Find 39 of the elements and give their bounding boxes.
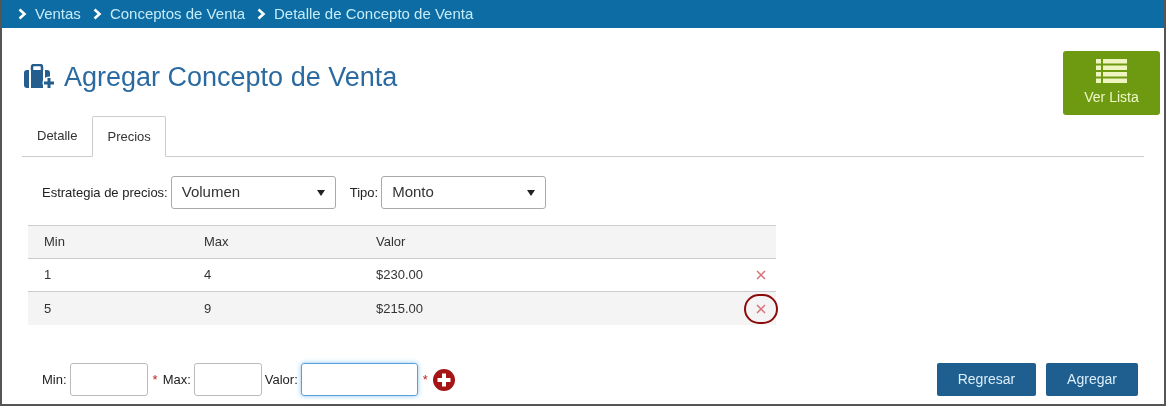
- table-cell-text: 4: [203, 266, 213, 285]
- breadcrumb-link[interactable]: Detalle de Concepto de Venta: [274, 2, 474, 26]
- chevron-icon: [92, 8, 102, 20]
- page-title: Agregar Concepto de Venta: [64, 61, 398, 94]
- field-label: Min:: [42, 370, 67, 389]
- input-field[interactable]: [300, 363, 418, 396]
- required-asterisk: *: [152, 370, 158, 389]
- column-header: Max: [203, 233, 230, 252]
- action-button[interactable]: Agregar: [1046, 363, 1138, 396]
- column-header: Valor: [375, 233, 406, 252]
- breadcrumb-link[interactable]: Ventas: [35, 2, 81, 26]
- chevron-icon: [18, 8, 27, 20]
- table-cell-text: 5: [43, 299, 53, 318]
- view-list-button[interactable]: Ver Lista: [1063, 51, 1160, 115]
- required-asterisk: *: [422, 370, 428, 389]
- field-label: Valor:: [264, 370, 298, 389]
- breadcrumb-link[interactable]: Conceptos de Venta: [109, 2, 245, 26]
- input-field[interactable]: [193, 363, 262, 396]
- table-cell-text: $230.00: [375, 266, 423, 285]
- filter-label: Tipo:: [349, 183, 379, 202]
- field-label: Max:: [162, 370, 191, 389]
- table-cell-text: 1: [43, 266, 53, 285]
- tab[interactable]: Precios: [92, 116, 166, 157]
- dropdown-arrow-icon: [316, 189, 325, 196]
- action-button[interactable]: Regresar: [937, 363, 1036, 396]
- tab[interactable]: Detalle: [22, 115, 93, 156]
- chevron-icon: [257, 8, 266, 20]
- input-field[interactable]: [69, 363, 148, 396]
- table-cell-text: $215.00: [375, 299, 423, 318]
- add-icon[interactable]: [432, 368, 455, 391]
- list-icon: [1096, 58, 1127, 83]
- dropdown[interactable]: Volumen: [170, 176, 336, 209]
- dropdown-arrow-icon: [527, 189, 536, 196]
- table-cell-text: 9: [203, 299, 213, 318]
- briefcase-plus-icon: [24, 64, 56, 91]
- filter-label: Estrategia de precios:: [42, 183, 168, 202]
- column-header: Min: [43, 233, 66, 252]
- dropdown[interactable]: Monto: [381, 176, 547, 209]
- delete-icon[interactable]: [744, 293, 778, 324]
